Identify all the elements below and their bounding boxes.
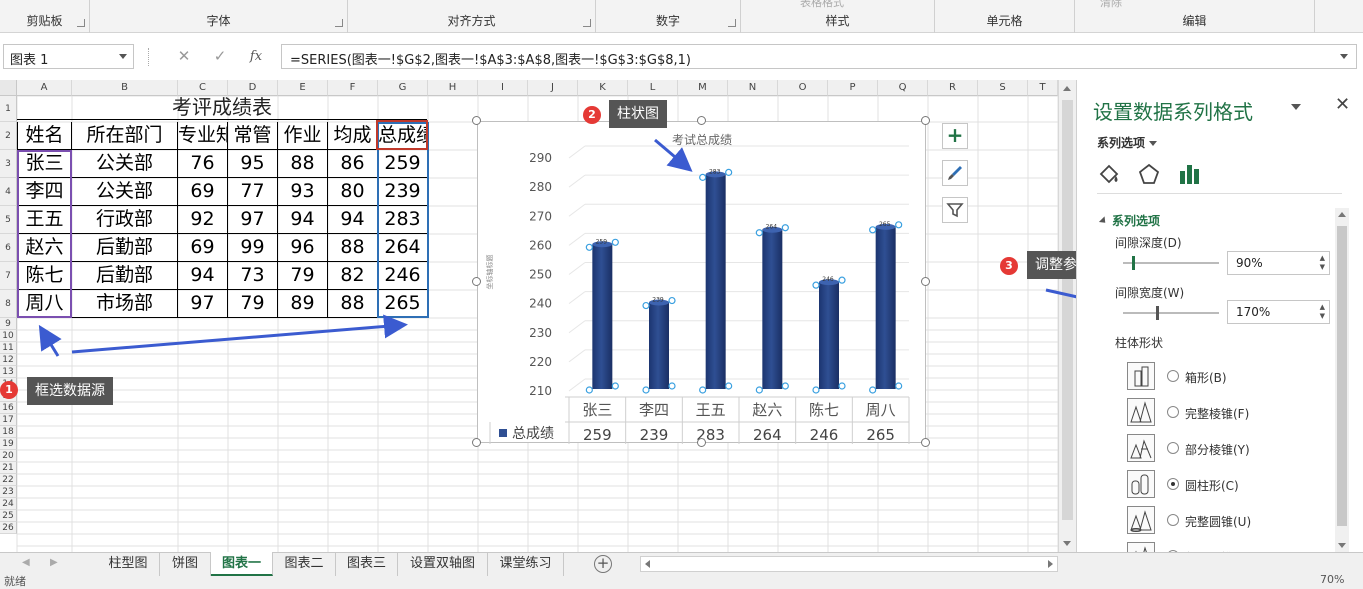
status-ready: 就绪 xyxy=(4,575,26,588)
scroll-left-icon[interactable] xyxy=(645,560,650,568)
series-options-label: 系列选项 xyxy=(1097,136,1146,150)
sheet-tab[interactable]: 图表二 xyxy=(273,552,336,576)
scroll-thumb[interactable] xyxy=(1337,226,1347,526)
spinner-icon[interactable]: ▲ ▼ xyxy=(1320,254,1325,272)
radio-button[interactable] xyxy=(1167,406,1179,418)
format-data-series-pane: 设置数据系列格式 ✕ 系列选项 系列选项 间隙深度(D) 90% ▲ ▼ 间隙宽度(… xyxy=(1076,80,1363,570)
scroll-right-icon[interactable] xyxy=(1048,560,1053,568)
collapse-icon xyxy=(1098,216,1109,226)
callout-label-2: 柱状图 xyxy=(609,100,667,128)
column-shape-icon[interactable] xyxy=(1127,470,1155,498)
callout-badge-2: 2 xyxy=(583,106,601,124)
pane-scrollbar[interactable] xyxy=(1335,208,1349,552)
gap-width-label: 间隙宽度(W) xyxy=(1115,286,1185,300)
column-shape-option-label[interactable]: 完整棱锥(F) xyxy=(1185,405,1249,422)
sheet-tab[interactable]: 柱型图 xyxy=(97,552,160,576)
column-shape-icon[interactable] xyxy=(1127,506,1155,534)
scroll-down-icon[interactable] xyxy=(1338,543,1346,548)
column-shape-option-label[interactable]: 完整圆锥(U) xyxy=(1185,513,1251,530)
fill-line-icon[interactable] xyxy=(1097,162,1121,186)
radio-button[interactable] xyxy=(1167,442,1179,454)
column-shape-label: 柱体形状 xyxy=(1115,336,1164,350)
series-options-dropdown[interactable]: 系列选项 xyxy=(1097,134,1158,151)
sheet-tab[interactable]: 饼图 xyxy=(160,552,211,576)
callout-badge-1: 1 xyxy=(0,381,18,399)
radio-button[interactable] xyxy=(1167,478,1179,490)
zoom-level[interactable]: 70% xyxy=(1320,573,1344,586)
gap-depth-slider-track[interactable] xyxy=(1123,256,1219,270)
column-shape-option-label[interactable]: 圆柱形(C) xyxy=(1185,477,1239,494)
scroll-up-icon[interactable] xyxy=(1338,212,1346,217)
callout-label-1: 框选数据源 xyxy=(27,377,113,405)
column-shape-icon[interactable] xyxy=(1127,398,1155,426)
sheet-tab[interactable]: 图表一 xyxy=(211,552,273,576)
callout-badge-3: 3 xyxy=(1000,257,1018,275)
radio-dot xyxy=(1171,482,1175,486)
prev-sheet-icon[interactable]: ◀ xyxy=(22,557,30,568)
pane-title: 设置数据系列格式 xyxy=(1093,100,1253,124)
sheet-tab[interactable]: 图表三 xyxy=(336,552,398,576)
gap-depth-input[interactable]: 90% ▲ ▼ xyxy=(1227,251,1330,275)
gap-width-value: 170% xyxy=(1236,305,1271,319)
radio-button[interactable] xyxy=(1167,514,1179,526)
series-options-section[interactable]: 系列选项 xyxy=(1098,212,1161,229)
sheet-tab[interactable]: 设置双轴图 xyxy=(398,552,488,576)
series-options-icon[interactable] xyxy=(1177,162,1201,186)
column-shape-icon[interactable] xyxy=(1127,362,1155,390)
column-shape-option-label[interactable]: 部分棱锥(Y) xyxy=(1185,441,1250,458)
gap-width-input[interactable]: 170% ▲ ▼ xyxy=(1227,300,1330,324)
pane-options-dropdown-icon[interactable] xyxy=(1291,104,1301,110)
gap-depth-value: 90% xyxy=(1236,256,1263,270)
status-bar: 就绪 70% xyxy=(0,573,1363,589)
gap-width-slider-thumb[interactable] xyxy=(1155,306,1159,320)
gap-depth-label: 间隙深度(D) xyxy=(1115,236,1182,250)
horizontal-scrollbar[interactable] xyxy=(640,556,1058,572)
effects-icon[interactable] xyxy=(1137,162,1161,186)
gap-width-slider-track[interactable] xyxy=(1123,306,1219,320)
next-sheet-icon[interactable]: ▶ xyxy=(50,557,58,568)
column-shape-option-label[interactable]: 箱形(B) xyxy=(1185,369,1227,386)
column-shape-icon[interactable] xyxy=(1127,434,1155,462)
gap-depth-slider-thumb[interactable] xyxy=(1131,256,1135,270)
spinner-icon[interactable]: ▲ ▼ xyxy=(1320,303,1325,321)
add-sheet-button[interactable]: + xyxy=(594,555,612,573)
radio-button[interactable] xyxy=(1167,370,1179,382)
sheet-tab[interactable]: 课堂练习 xyxy=(488,552,564,576)
close-pane-button[interactable]: ✕ xyxy=(1335,94,1350,115)
section-label: 系列选项 xyxy=(1112,214,1161,228)
chevron-down-icon xyxy=(1149,141,1158,146)
